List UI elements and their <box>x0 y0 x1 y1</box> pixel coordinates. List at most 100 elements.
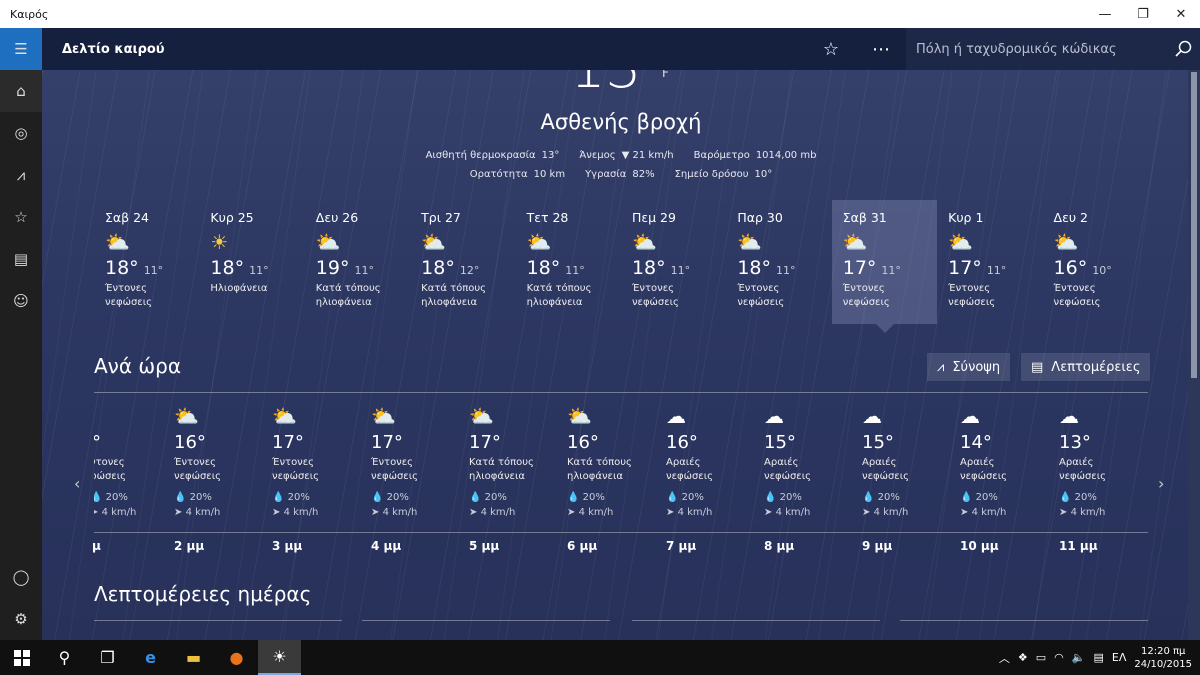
raindrop-icon: 💧 <box>272 492 285 503</box>
wind-arrow-icon: ➤ <box>174 507 183 518</box>
day-card[interactable]: Κυρ 1 ⛅ 17° 11° Έντονες νεφώσεις <box>937 200 1042 324</box>
wind-arrow-icon: ➤ <box>862 507 871 518</box>
weather-app-icon[interactable]: ☀ <box>258 640 301 675</box>
windows-start-icon[interactable] <box>0 640 43 675</box>
summary-toggle-button[interactable]: ⩘ Σύνοψη <box>927 353 1011 381</box>
current-condition: Ασθενής βροχή <box>540 110 702 134</box>
wind-arrow-icon: ➤ <box>960 507 969 518</box>
edge-browser-icon[interactable]: e <box>129 640 172 675</box>
hour-card: ⛅ 16° Κατά τόπους ηλιοφάνεια 💧 20% ➤ 4 km… <box>567 404 665 518</box>
hourly-scroll-left-icon[interactable]: ‹ <box>74 474 80 493</box>
search-icon[interactable] <box>1166 28 1200 70</box>
hamburger-menu-icon[interactable]: ☰ <box>0 28 42 70</box>
partly-cloudy-icon: ⛅ <box>421 230 447 254</box>
maps-icon[interactable]: ◎ <box>0 112 42 154</box>
day-card[interactable]: Δευ 26 ⛅ 19° 11° Κατά τόπους ηλιοφάνεια <box>305 200 410 324</box>
hour-card: ⛅ 17° Κατά τόπους ηλιοφάνεια 💧 20% ➤ 4 km… <box>469 404 567 518</box>
detail-column-divider <box>362 620 610 621</box>
detail-column-divider <box>632 620 880 621</box>
weather-forecast-panel: 13 F Ασθενής βροχή Αισθητή θερμοκρασία13… <box>42 70 1188 640</box>
partly-cloudy-icon: ⛅ <box>315 230 341 254</box>
hour-card: ☁ 14° Αραιές νεφώσεις 💧 20% ➤ 4 km/h <box>960 404 1058 518</box>
hourly-top-divider <box>94 392 1148 393</box>
partly-cloudy-icon: ⛅ <box>631 230 657 254</box>
partly-cloudy-icon: ⛅ <box>1053 230 1079 254</box>
account-icon[interactable]: ◯ <box>0 556 42 598</box>
taskbar-clock[interactable]: 12:20 πμ 24/10/2015 <box>1134 645 1192 671</box>
stat-wind: Άνεμος ▼ 21 km/h <box>579 150 674 161</box>
historical-weather-icon[interactable]: ⩘ <box>0 154 42 196</box>
close-button[interactable]: ✕ <box>1162 0 1200 28</box>
favorite-star-icon[interactable]: ☆ <box>806 28 856 70</box>
day-card[interactable]: Τετ 28 ⛅ 18° 11° Κατά τόπους ηλιοφάνεια <box>516 200 621 324</box>
day-card[interactable]: Κυρ 25 ☀ 18° 11° Ηλιοφάνεια <box>199 200 304 324</box>
line-chart-icon: ⩘ <box>937 359 945 375</box>
volume-icon[interactable]: 🔈 <box>1072 651 1086 664</box>
details-toggle-button[interactable]: ▤ Λεπτομέρειες <box>1021 353 1151 381</box>
more-options-icon[interactable]: ⋯ <box>856 28 906 70</box>
hour-label: 8 μμ <box>764 539 795 553</box>
file-explorer-icon[interactable]: ▬ <box>172 640 215 675</box>
day-card-selected[interactable]: Σαβ 31 ⛅ 17° 11° Έντονες νεφώσεις <box>831 200 938 333</box>
partly-cloudy-icon: ⛅ <box>174 404 199 428</box>
raindrop-icon: 💧 <box>567 492 580 503</box>
hourly-section-title: Ανά ώρα <box>94 354 182 378</box>
vertical-scrollbar[interactable] <box>1188 70 1200 640</box>
day-details-title: Λεπτομέρειες ημέρας <box>94 582 312 606</box>
stat-humidity: Υγρασία 82% <box>585 169 655 180</box>
hourly-scroll-right-icon[interactable]: › <box>1158 474 1164 493</box>
partly-cloudy-icon: ⛅ <box>737 230 763 254</box>
night-cloudy-icon: ☁ <box>1059 404 1079 428</box>
wifi-icon[interactable]: ◠ <box>1054 651 1064 664</box>
hour-card: ☁ 15° Αραιές νεφώσεις 💧 20% ➤ 4 km/h <box>862 404 960 518</box>
day-card[interactable]: Τρι 27 ⛅ 18° 12° Κατά τόπους ηλιοφάνεια <box>410 200 515 324</box>
day-card[interactable]: Σαβ 24 ⛅ 18° 11° Έντονες νεφώσεις <box>94 200 199 324</box>
search-icon[interactable]: ⚲ <box>43 640 86 675</box>
settings-gear-icon[interactable]: ⚙ <box>0 598 42 640</box>
partly-cloudy-icon: ⛅ <box>842 230 868 254</box>
search-input[interactable] <box>916 41 1166 57</box>
hour-card: ☁ 16° Αραιές νεφώσεις 💧 20% ➤ 4 km/h <box>666 404 764 518</box>
home-icon[interactable]: ⌂ <box>0 70 42 112</box>
raindrop-icon: 💧 <box>174 492 187 503</box>
hour-label: 10 μμ <box>960 539 999 553</box>
day-card[interactable]: Πεμ 29 ⛅ 18° 11° Έντονες νεφώσεις <box>621 200 726 324</box>
hour-label: 9 μμ <box>862 539 893 553</box>
left-nav: ☰ ⌂ ◎ ⩘ ☆ ▤ ☺ ◯ ⚙ <box>0 28 42 640</box>
partly-cloudy-icon: ⛅ <box>469 404 494 428</box>
wind-arrow-icon: ➤ <box>666 507 675 518</box>
input-language[interactable]: ΕΛ <box>1112 651 1126 664</box>
notifications-icon[interactable]: ▤ <box>1093 651 1103 664</box>
window-title: Καιρός <box>10 7 49 21</box>
night-cloudy-icon: ☁ <box>764 404 784 428</box>
show-hidden-icons-chevron-icon[interactable]: ︿ <box>999 650 1010 666</box>
hour-card: ⛅ 17° Έντονες νεφώσεις 💧 20% ➤ 4 km/h <box>371 404 469 518</box>
hour-label: 11 μμ <box>1059 539 1098 553</box>
partly-cloudy-icon: ⛅ <box>105 230 130 254</box>
detail-column-divider <box>900 620 1148 621</box>
details-list-icon: ▤ <box>1031 359 1044 375</box>
battery-icon[interactable]: ▭ <box>1036 651 1046 664</box>
hour-label: 3 μμ <box>272 539 303 553</box>
places-icon[interactable]: ☆ <box>0 196 42 238</box>
minimize-button[interactable]: — <box>1086 0 1124 28</box>
day-card[interactable]: Δευ 2 ⛅ 16° 10° Έντονες νεφώσεις <box>1043 200 1148 324</box>
scroll-thumb[interactable] <box>1191 72 1197 378</box>
feedback-icon[interactable]: ☺ <box>0 280 42 322</box>
app-header: Δελτίο καιρού ☆ ⋯ <box>42 28 1200 70</box>
night-cloudy-icon: ☁ <box>666 404 686 428</box>
hour-label: 4 μμ <box>371 539 402 553</box>
restore-button[interactable]: ❐ <box>1124 0 1162 28</box>
partly-cloudy-icon: ⛅ <box>94 404 168 428</box>
task-view-icon[interactable]: ❐ <box>86 640 129 675</box>
partly-cloudy-icon: ⛅ <box>567 404 592 428</box>
day-card[interactable]: Παρ 30 ⛅ 18° 11° Έντονες νεφώσεις <box>726 200 831 324</box>
temperature-unit-toggle[interactable]: F <box>662 70 669 80</box>
firefox-icon[interactable]: ● <box>215 640 258 675</box>
wind-arrow-icon: ➤ <box>567 507 576 518</box>
news-icon[interactable]: ▤ <box>0 238 42 280</box>
partly-cloudy-icon: ⛅ <box>948 230 974 254</box>
stat-barometer: Βαρόμετρο 1014,00 mb <box>693 150 817 161</box>
night-cloudy-icon: ☁ <box>862 404 882 428</box>
dropbox-icon[interactable]: ❖ <box>1018 651 1028 664</box>
